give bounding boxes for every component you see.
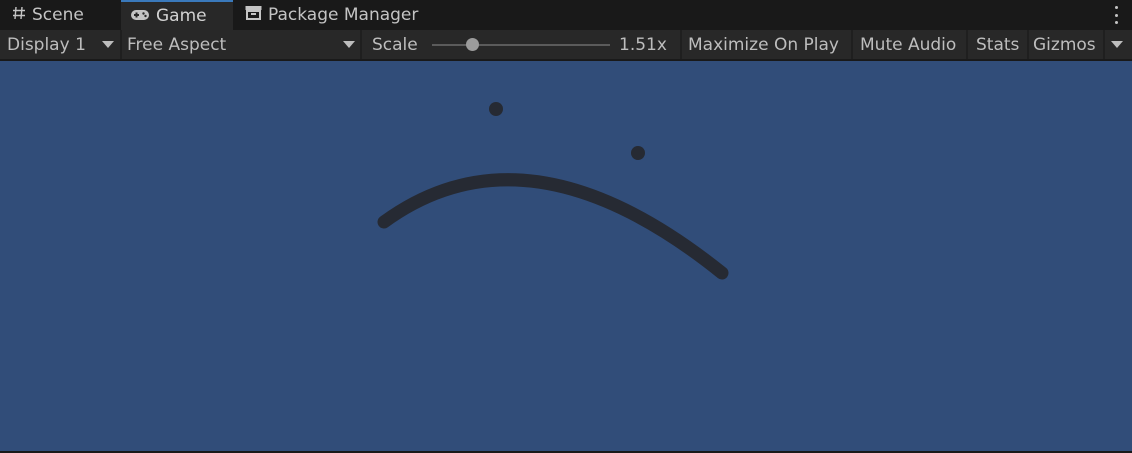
arc-sprite <box>377 173 729 280</box>
tab-scene-label: Scene <box>32 5 84 25</box>
maximize-on-play-label: Maximize On Play <box>688 34 839 55</box>
scale-value: 1.51x <box>619 34 667 55</box>
stats-toggle[interactable]: Stats <box>968 30 1027 59</box>
tab-strip: Scene Game Package Manager <box>0 0 1132 30</box>
gizmos-dropdown[interactable] <box>1103 30 1132 59</box>
game-toolbar: Display 1 Free Aspect Scale 1.51x Maximi… <box>0 30 1132 60</box>
scale-label: Scale <box>372 34 418 55</box>
tab-package-manager-label: Package Manager <box>268 5 419 25</box>
scale-control: Scale 1.51x <box>362 30 680 59</box>
game-view-viewport[interactable] <box>0 61 1132 451</box>
chevron-down-icon <box>343 41 355 48</box>
tab-game[interactable]: Game <box>121 0 233 30</box>
display-dropdown[interactable]: Display 1 <box>0 30 120 59</box>
scale-slider[interactable] <box>432 44 610 46</box>
hash-icon <box>12 5 26 25</box>
dot-sprite <box>489 102 503 116</box>
mute-audio-toggle[interactable]: Mute Audio <box>853 30 966 59</box>
unity-game-window: Scene Game Package Manager Display 1 Fre… <box>0 0 1132 453</box>
chevron-down-icon <box>102 41 114 48</box>
mute-audio-label: Mute Audio <box>860 34 957 55</box>
chevron-down-icon <box>1111 41 1123 48</box>
game-scene <box>377 102 729 280</box>
tab-scene[interactable]: Scene <box>0 0 121 30</box>
stats-label: Stats <box>976 34 1020 55</box>
maximize-on-play-toggle[interactable]: Maximize On Play <box>682 30 851 59</box>
tab-package-manager[interactable]: Package Manager <box>233 0 453 30</box>
display-dropdown-label: Display 1 <box>7 34 86 55</box>
more-options-icon[interactable] <box>1114 6 1118 24</box>
gamepad-icon <box>130 6 150 26</box>
aspect-dropdown[interactable]: Free Aspect <box>122 30 360 59</box>
scale-slider-thumb[interactable] <box>466 38 480 51</box>
gizmos-toggle[interactable]: Gizmos <box>1029 30 1103 59</box>
gizmos-label: Gizmos <box>1033 34 1096 55</box>
tab-game-label: Game <box>156 6 207 26</box>
package-icon <box>245 5 262 25</box>
aspect-dropdown-label: Free Aspect <box>127 34 227 55</box>
dot-sprite <box>631 146 645 160</box>
